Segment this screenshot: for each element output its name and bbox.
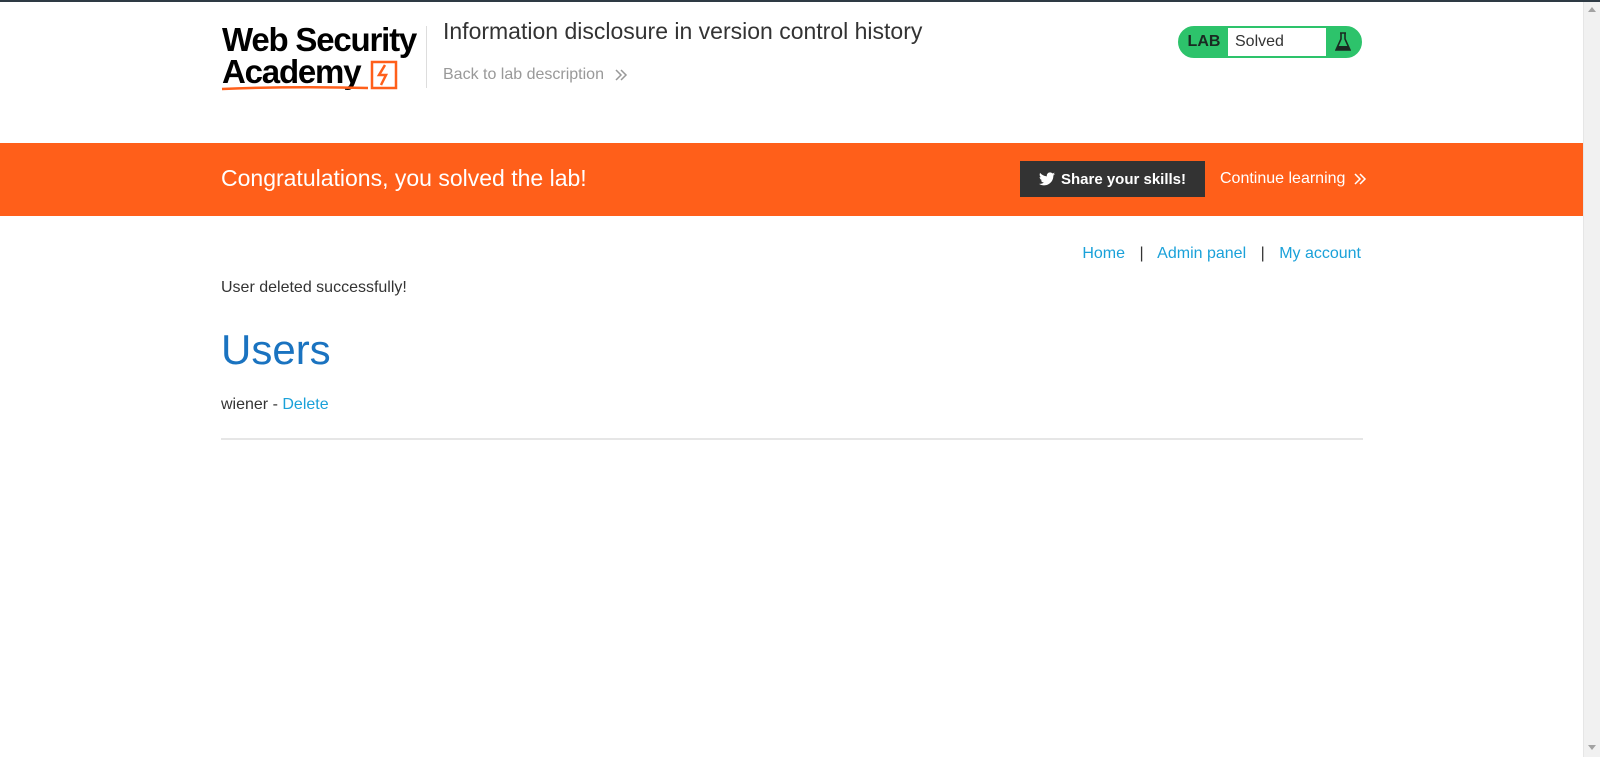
back-to-lab-description-link[interactable]: Back to lab description xyxy=(443,66,628,84)
scroll-up-arrow-icon[interactable] xyxy=(1588,6,1596,12)
logo-divider xyxy=(426,26,427,88)
top-nav: Home | Admin panel | My account xyxy=(1082,245,1361,263)
lab-title: Information disclosure in version contro… xyxy=(443,18,923,44)
nav-separator: | xyxy=(1139,245,1144,262)
lab-status-value: Solved xyxy=(1228,28,1326,56)
double-chevron-right-icon xyxy=(615,69,628,81)
nav-my-account-link[interactable]: My account xyxy=(1279,245,1361,262)
lab-tag: LAB xyxy=(1180,28,1228,56)
vertical-scrollbar[interactable] xyxy=(1583,2,1600,757)
delete-user-link[interactable]: Delete xyxy=(282,396,328,413)
continue-learning-link[interactable]: Continue learning xyxy=(1220,170,1367,188)
solved-banner: Congratulations, you solved the lab! Sha… xyxy=(0,143,1583,216)
scroll-down-arrow-icon[interactable] xyxy=(1588,745,1596,751)
web-security-academy-logo[interactable]: Web Security Academy xyxy=(221,22,422,98)
header: Web Security Academy Information disclos… xyxy=(0,2,1583,141)
flask-icon xyxy=(1326,28,1360,56)
nav-admin-panel-link[interactable]: Admin panel xyxy=(1157,245,1246,262)
status-notice: User deleted successfully! xyxy=(221,279,407,296)
divider xyxy=(221,438,1363,440)
user-separator: - xyxy=(268,396,283,413)
page-title: Users xyxy=(221,326,331,373)
back-link-label: Back to lab description xyxy=(443,66,604,83)
user-name: wiener xyxy=(221,396,269,413)
congratulations-message: Congratulations, you solved the lab! xyxy=(221,165,587,191)
lightning-bolt-icon xyxy=(370,60,398,90)
logo-underline xyxy=(221,85,369,91)
nav-home-link[interactable]: Home xyxy=(1082,245,1125,262)
lab-status-widget: LAB Solved xyxy=(1178,26,1362,58)
share-your-skills-button[interactable]: Share your skills! xyxy=(1020,161,1205,197)
continue-learning-label: Continue learning xyxy=(1220,170,1346,187)
share-button-label: Share your skills! xyxy=(1060,170,1187,188)
nav-separator: | xyxy=(1260,245,1265,262)
twitter-icon xyxy=(1038,172,1055,186)
double-chevron-right-icon xyxy=(1354,173,1366,185)
list-item: wiener - Delete xyxy=(221,396,329,414)
